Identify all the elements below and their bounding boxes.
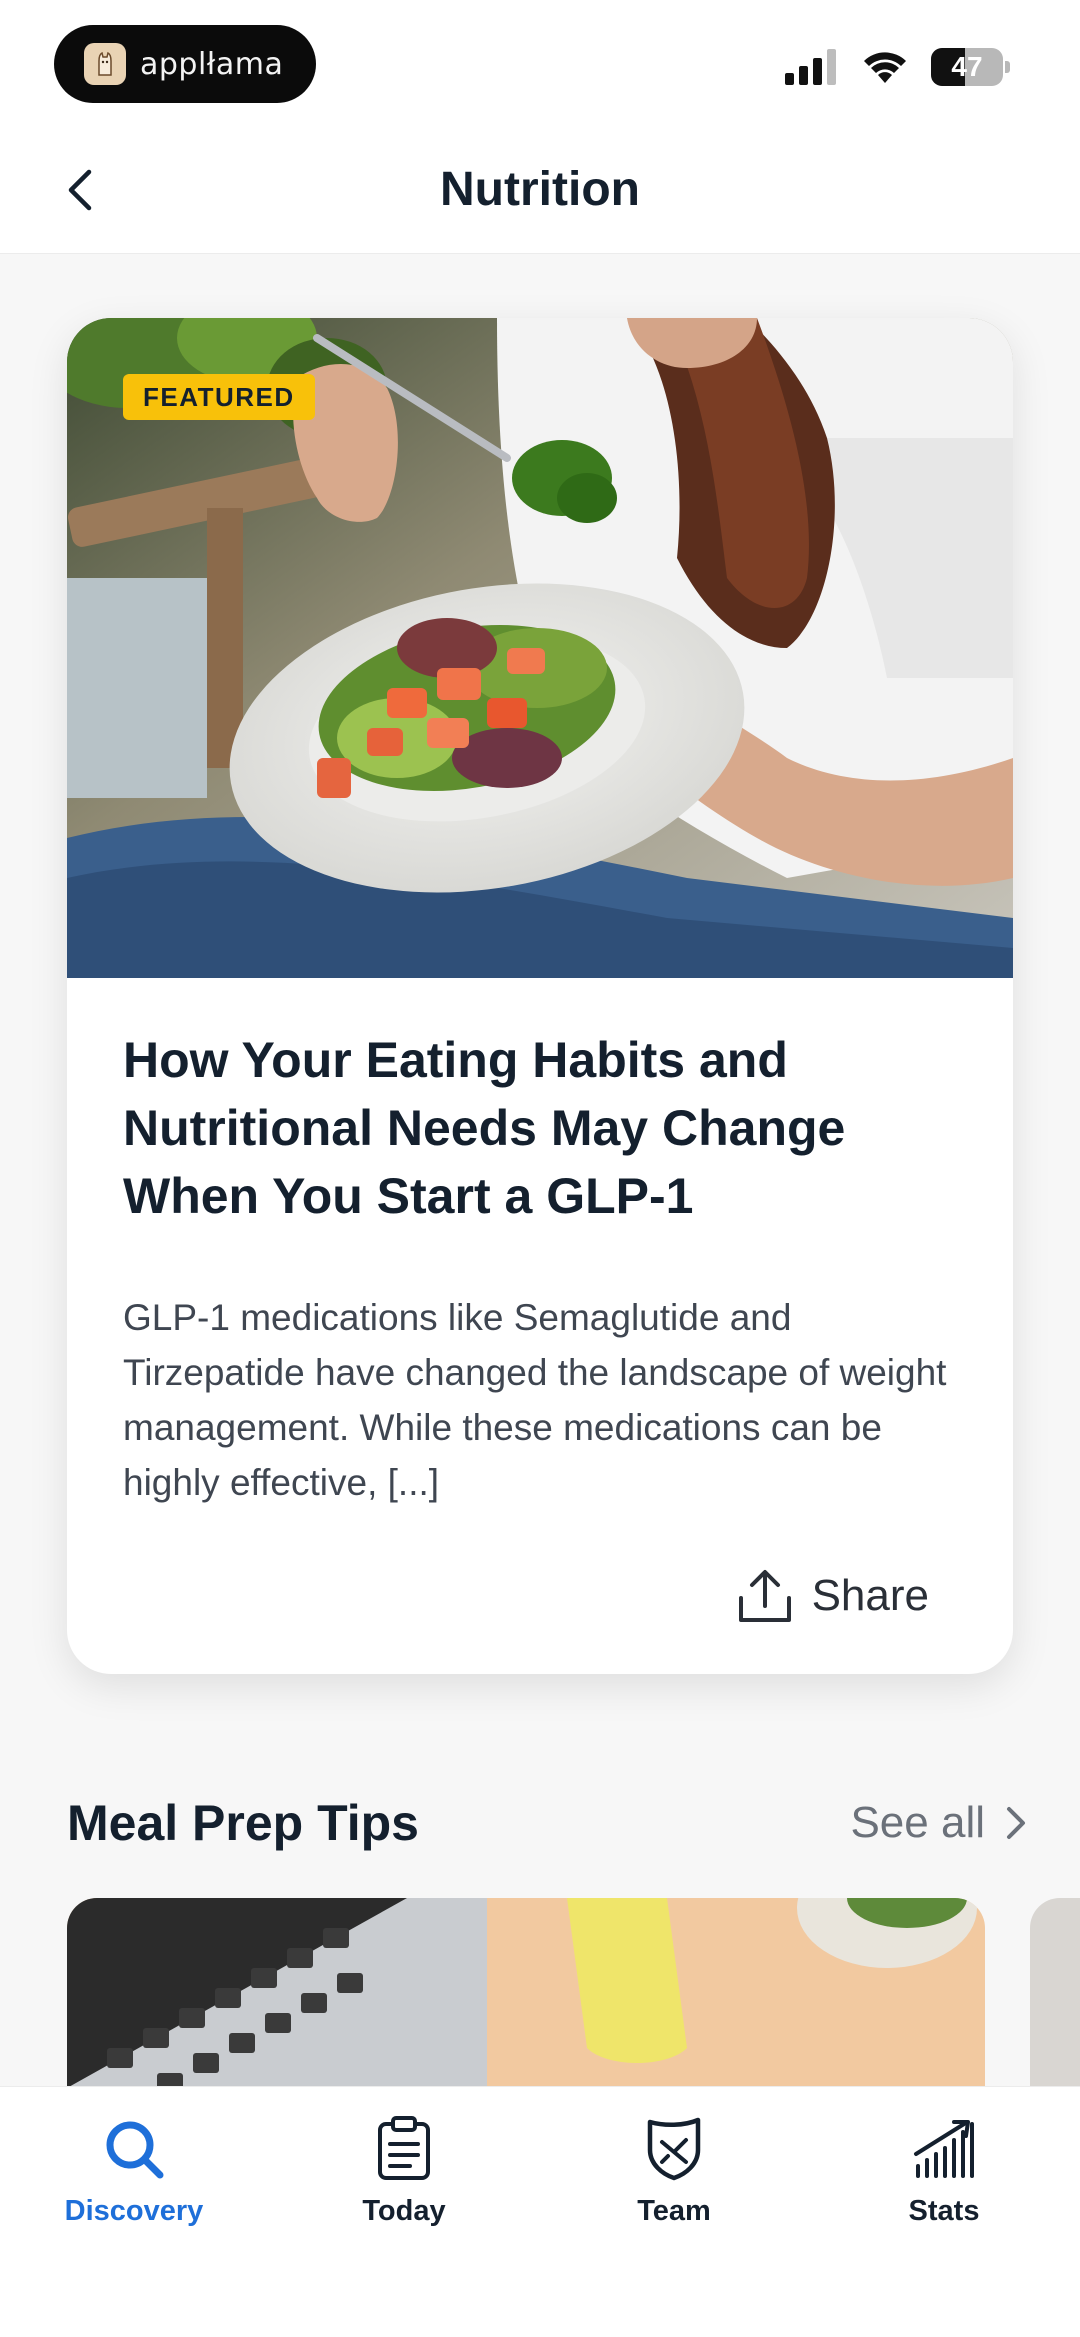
meal-prep-card-image: [67, 1898, 985, 2086]
cellular-signal-icon: [785, 49, 836, 85]
tab-today-label: Today: [362, 2195, 446, 2227]
battery-icon: 47: [931, 48, 1003, 86]
tab-stats-label: Stats: [908, 2195, 980, 2227]
featured-article-card[interactable]: FEATURED How Your Eating Habits and Nutr…: [67, 318, 1013, 1674]
share-button[interactable]: Share: [736, 1568, 929, 1624]
tab-bar: Discovery Today Team Stats: [0, 2086, 1080, 2337]
featured-article-excerpt: GLP-1 medications like Semaglutide and T…: [123, 1297, 947, 1503]
chevron-right-icon: [1007, 1807, 1025, 1839]
bar-chart-icon: [908, 2113, 980, 2185]
featured-article-title[interactable]: How Your Eating Habits and Nutritional N…: [123, 1026, 953, 1230]
meal-prep-card-next[interactable]: [1030, 1898, 1080, 2086]
featured-article-image: FEATURED: [67, 318, 1013, 978]
meal-prep-section-header: Meal Prep Tips See all: [67, 1788, 1027, 1858]
app-pill-label: applłama: [140, 46, 284, 82]
featured-badge: FEATURED: [123, 374, 315, 420]
page-title: Nutrition: [440, 163, 640, 216]
tab-discovery[interactable]: Discovery: [34, 2113, 234, 2228]
status-bar: applłama 47: [0, 0, 1080, 130]
battery-level: 47: [951, 51, 983, 82]
share-icon: [738, 1570, 791, 1622]
nav-header: Nutrition: [0, 130, 1080, 254]
wifi-icon: [864, 52, 906, 83]
tab-today[interactable]: Today: [304, 2113, 504, 2228]
shield-icon: [638, 2113, 710, 2185]
tab-discovery-label: Discovery: [64, 2195, 204, 2227]
status-icons: 47: [785, 48, 1010, 86]
app-pill[interactable]: applłama: [54, 25, 316, 103]
battery-nub: [1005, 61, 1010, 73]
clipboard-icon: [368, 2113, 440, 2185]
meal-prep-card[interactable]: [67, 1898, 985, 2086]
see-all-label: See all: [850, 1798, 985, 1847]
content-scroll[interactable]: FEATURED How Your Eating Habits and Nutr…: [0, 254, 1080, 2086]
search-icon: [98, 2113, 170, 2185]
tab-stats[interactable]: Stats: [844, 2113, 1044, 2228]
tab-team-label: Team: [637, 2195, 711, 2227]
tab-team[interactable]: Team: [574, 2113, 774, 2228]
meal-prep-section-title: Meal Prep Tips: [67, 1795, 419, 1851]
llama-logo-icon: [84, 43, 126, 85]
share-label: Share: [811, 1571, 929, 1620]
see-all-button[interactable]: See all: [850, 1788, 1027, 1858]
